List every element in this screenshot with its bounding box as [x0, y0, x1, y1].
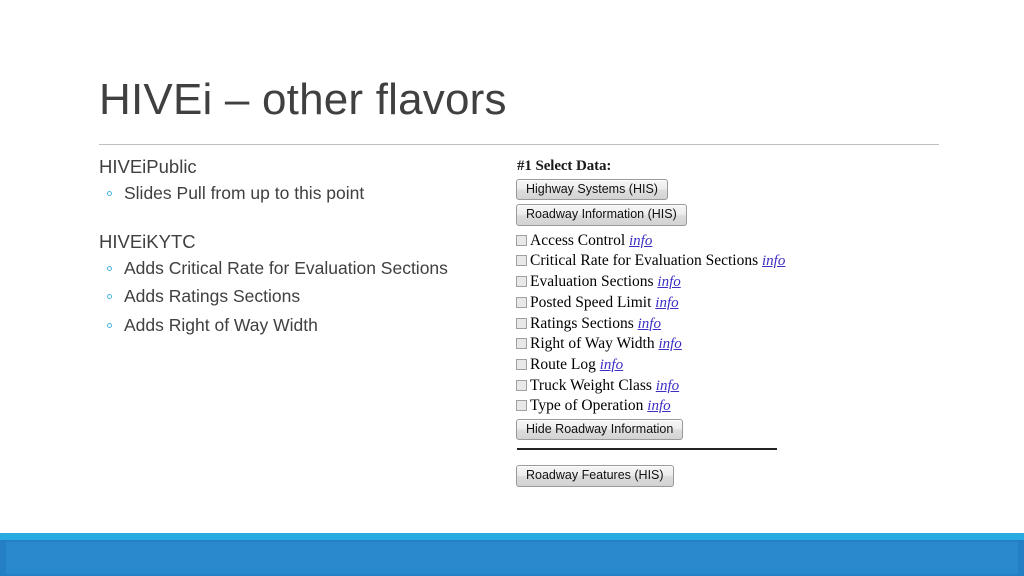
checkbox-label: Truck Weight Class — [530, 376, 652, 394]
info-link[interactable]: info — [656, 378, 679, 394]
list-item: Adds Ratings Sections — [99, 286, 499, 306]
checkbox-icon[interactable] — [516, 255, 527, 267]
bullet-icon — [107, 265, 112, 271]
highway-systems-button[interactable]: Highway Systems (HIS) — [516, 179, 668, 201]
list-item-label: Slides Pull from up to this point — [124, 182, 365, 203]
info-link[interactable]: info — [658, 336, 681, 352]
info-link[interactable]: info — [638, 316, 661, 332]
highway-systems-button-row: Highway Systems (HIS) — [516, 179, 816, 202]
panel-section-divider — [517, 448, 777, 451]
checkbox-label: Right of Way Width — [530, 335, 655, 353]
content-group-kytc: HIVEiKYTC Adds Critical Rate for Evaluat… — [99, 231, 499, 335]
info-link[interactable]: info — [629, 233, 652, 249]
list-item: Slides Pull from up to this point — [99, 182, 499, 203]
list-item: Adds Right of Way Width — [99, 314, 499, 335]
checkbox-icon[interactable] — [516, 276, 527, 288]
list-item-label: Adds Ratings Sections — [124, 286, 301, 306]
checkbox-label: Type of Operation — [530, 397, 644, 415]
checkbox-row-posted-speed-limit: Posted Speed Limit info — [516, 293, 816, 314]
checkbox-label: Posted Speed Limit — [530, 293, 652, 311]
checkbox-label: Route Log — [530, 355, 596, 373]
bullet-icon — [107, 190, 112, 196]
panel-heading: #1 Select Data: — [517, 158, 612, 174]
checkbox-icon[interactable] — [516, 317, 527, 329]
roadway-features-button[interactable]: Roadway Features (HIS) — [516, 465, 674, 487]
footer-accent-stripe — [0, 533, 1024, 540]
info-link[interactable]: info — [655, 295, 678, 311]
select-data-panel: #1 Select Data: Highway Systems (HIS) Ro… — [516, 158, 816, 489]
group-heading-hiveipublic: HIVEiPublic — [99, 156, 197, 177]
checkbox-row-type-of-operation: Type of Operation info — [516, 396, 816, 417]
checkbox-row-ratings-sections: Ratings Sections info — [516, 314, 816, 335]
checkbox-row-right-of-way-width: Right of Way Width info — [516, 334, 816, 355]
checkbox-icon[interactable] — [516, 400, 527, 412]
list-item: Adds Critical Rate for Evaluation Sectio… — [99, 257, 499, 278]
group-heading-hiveikytc: HIVEiKYTC — [99, 231, 196, 252]
footer-band-inner — [6, 542, 1018, 574]
bullet-icon — [107, 322, 112, 328]
title-divider — [99, 144, 939, 145]
roadway-information-button-row: Roadway Information (HIS) — [516, 204, 816, 227]
data-layer-checkbox-list: Access Control info Critical Rate for Ev… — [516, 231, 816, 417]
info-link[interactable]: info — [762, 253, 785, 269]
list-item-label: Adds Right of Way Width — [124, 314, 318, 335]
checkbox-icon[interactable] — [516, 234, 527, 246]
checkbox-icon[interactable] — [516, 358, 527, 370]
content-group-public: HIVEiPublic Slides Pull from up to this … — [99, 156, 499, 203]
checkbox-row-truck-weight-class: Truck Weight Class info — [516, 376, 816, 397]
checkbox-icon[interactable] — [516, 296, 527, 308]
checkbox-label: Access Control — [530, 231, 626, 249]
checkbox-row-evaluation-sections: Evaluation Sections info — [516, 272, 816, 293]
checkbox-icon[interactable] — [516, 379, 527, 391]
roadway-features-row: Roadway Features (HIS) — [516, 465, 816, 488]
list-item-label: Adds Critical Rate for Evaluation Sectio… — [124, 257, 448, 278]
checkbox-label: Evaluation Sections — [530, 273, 654, 291]
checkbox-row-access-control: Access Control info — [516, 231, 816, 252]
hide-roadway-information-button[interactable]: Hide Roadway Information — [516, 419, 684, 441]
checkbox-label: Ratings Sections — [530, 314, 634, 332]
left-content-column: HIVEiPublic Slides Pull from up to this … — [99, 156, 499, 345]
bullet-icon — [107, 294, 112, 299]
checkbox-row-route-log: Route Log info — [516, 355, 816, 376]
checkbox-label: Critical Rate for Evaluation Sections — [530, 252, 759, 270]
checkbox-icon[interactable] — [516, 338, 527, 350]
info-link[interactable]: info — [657, 274, 680, 290]
checkbox-row-critical-rate: Critical Rate for Evaluation Sections in… — [516, 251, 816, 272]
info-link[interactable]: info — [600, 357, 623, 373]
page-title: HIVEi – other flavors — [99, 75, 507, 124]
hide-roadway-information-row: Hide Roadway Information — [516, 419, 816, 442]
info-link[interactable]: info — [647, 398, 670, 414]
roadway-information-button[interactable]: Roadway Information (HIS) — [516, 204, 687, 226]
